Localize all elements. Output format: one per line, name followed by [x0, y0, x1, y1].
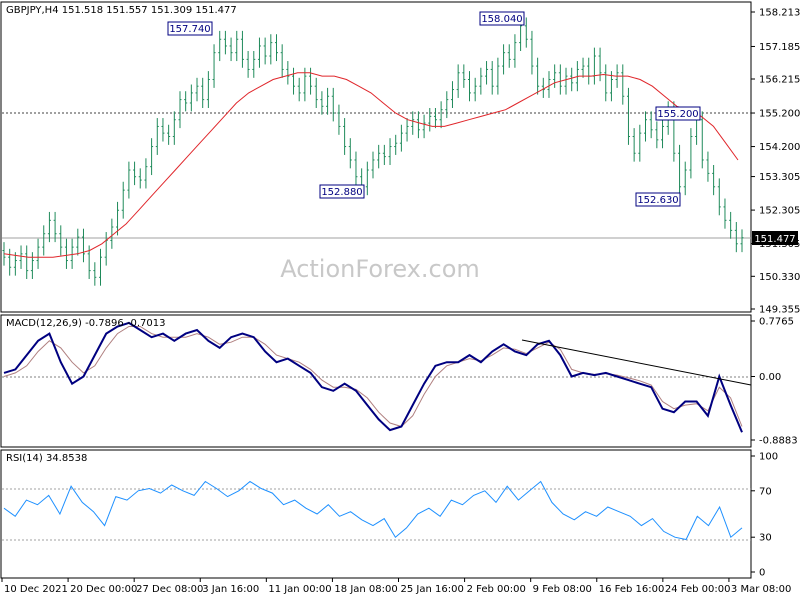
- chart-canvas: 158.213 157.185 156.215 155.200 154.200 153.3…: [0, 0, 800, 600]
- rsi-axis-label: 30: [759, 533, 772, 544]
- time-axis-label: 16 Feb 16:00: [599, 584, 665, 595]
- time-axis-label: 25 Jan 16:00: [401, 584, 464, 595]
- time-axis-label: 3 Jan 16:00: [202, 584, 259, 595]
- time-axis-label: 10 Dec 2021: [4, 584, 68, 595]
- price-axis-label: 154.200: [759, 142, 800, 153]
- macd-axis-label: 0.00: [759, 372, 781, 383]
- annotation-label: 152.880: [321, 187, 362, 198]
- rsi-axis-label: 0: [759, 568, 765, 579]
- time-axis-label: 18 Jan 08:00: [334, 584, 397, 595]
- price-axis-label: 155.200: [759, 109, 800, 120]
- macd-axis-label: 0.7765: [759, 317, 794, 328]
- price-axis-label: 153.305: [759, 172, 800, 183]
- time-axis-label: 24 Feb 00:00: [665, 584, 731, 595]
- symbol-label: GBPJPY,H4: [6, 5, 59, 16]
- watermark: ActionForex.com: [280, 255, 480, 283]
- annotation-label: 155.200: [657, 109, 698, 120]
- rsi-header-title: RSI(14) 34.8538: [6, 453, 87, 464]
- time-axis-label: 2 Feb 00:00: [467, 584, 526, 595]
- time-axis-label: 11 Jan 00:00: [268, 584, 331, 595]
- annotation-label: 157.740: [169, 24, 210, 35]
- annotation-label: 152.630: [637, 195, 678, 206]
- price-axis-label: 150.330: [759, 272, 800, 283]
- time-axis-label: 9 Feb 08:00: [533, 584, 592, 595]
- time-axis-label: 27 Dec 08:00: [136, 584, 203, 595]
- time-axis-label: 20 Dec 00:00: [70, 584, 137, 595]
- chart-stage: 158.213 157.185 156.215 155.200 154.200 153.3…: [0, 0, 800, 600]
- price-header-title: GBPJPY,H4 151.518 151.557 151.309 151.47…: [6, 5, 237, 16]
- rsi-axis-label: 70: [759, 486, 772, 497]
- rsi-axis-label: 100: [759, 452, 778, 463]
- time-axis-label: 3 Mar 08:00: [731, 584, 791, 595]
- macd-axis-label: -0.8883: [759, 436, 798, 447]
- current-price-label: 151.477: [754, 234, 795, 245]
- annotation-label: 158.040: [481, 14, 522, 25]
- macd-header-title: MACD(12,26,9) -0.7896 -0.7013: [6, 318, 166, 329]
- price-axis-label: 152.305: [759, 206, 800, 217]
- price-axis-label: 158.213: [759, 8, 800, 19]
- price-axis-label: 156.215: [759, 74, 800, 85]
- price-axis-label: 149.355: [759, 305, 800, 316]
- price-axis-label: 157.185: [759, 42, 800, 53]
- ohlc-values: 151.518 151.557 151.309 151.477: [62, 5, 237, 16]
